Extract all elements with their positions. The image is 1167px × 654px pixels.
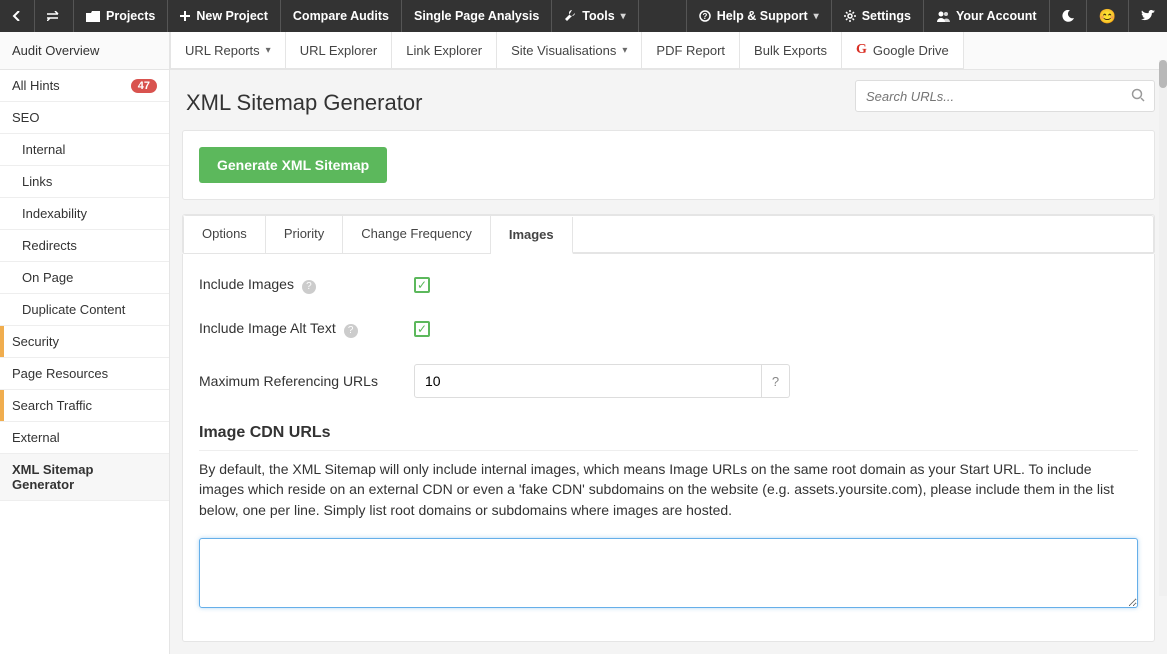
twitter-link[interactable] bbox=[1128, 0, 1167, 32]
sidebar-item-on-page[interactable]: On Page bbox=[0, 262, 169, 294]
top-navbar: Projects New Project Compare Audits Sing… bbox=[0, 0, 1167, 32]
tab-google-drive[interactable]: GGoogle Drive bbox=[841, 32, 964, 69]
help-icon: ? bbox=[699, 10, 711, 22]
smile-icon: 😊 bbox=[1099, 8, 1116, 25]
include-images-checkbox[interactable]: ✓ bbox=[414, 277, 430, 293]
tab-url-explorer[interactable]: URL Explorer bbox=[285, 32, 393, 69]
caret-down-icon: ▾ bbox=[814, 11, 819, 22]
svg-text:?: ? bbox=[702, 12, 707, 21]
generate-panel: Generate XML Sitemap bbox=[182, 130, 1155, 200]
new-project-label: New Project bbox=[196, 9, 268, 23]
cdn-heading: Image CDN URLs bbox=[199, 424, 1138, 451]
scrollbar-track[interactable] bbox=[1159, 60, 1167, 596]
emoji-button[interactable]: 😊 bbox=[1086, 0, 1128, 32]
include-images-label: Include Images ? bbox=[199, 276, 414, 294]
help-support-menu[interactable]: ? Help & Support ▾ bbox=[686, 0, 831, 32]
scrollbar-thumb[interactable] bbox=[1159, 60, 1167, 88]
tab-pdf-report[interactable]: PDF Report bbox=[641, 32, 740, 69]
secondary-navbar: Audit Overview URL Reports▾ URL Explorer… bbox=[0, 32, 1167, 70]
moon-icon bbox=[1062, 10, 1074, 22]
sidebar-item-external[interactable]: External bbox=[0, 422, 169, 454]
tools-label: Tools bbox=[582, 9, 614, 23]
sidebar-item-redirects[interactable]: Redirects bbox=[0, 230, 169, 262]
subtab-options[interactable]: Options bbox=[184, 216, 266, 253]
main-content: XML Sitemap Generator Generate XML Sitem… bbox=[170, 70, 1167, 654]
include-alt-row: Include Image Alt Text ? ✓ bbox=[199, 320, 1138, 338]
audit-overview-label[interactable]: Audit Overview bbox=[0, 32, 170, 69]
users-icon bbox=[936, 11, 950, 22]
help-icon[interactable]: ? bbox=[302, 280, 316, 294]
help-icon[interactable]: ? bbox=[344, 324, 358, 338]
twitter-icon bbox=[1141, 10, 1155, 22]
plus-icon bbox=[180, 11, 190, 21]
wrench-icon bbox=[564, 10, 576, 22]
generate-xml-sitemap-button[interactable]: Generate XML Sitemap bbox=[199, 147, 387, 183]
back-button[interactable] bbox=[0, 0, 35, 32]
sidebar-item-xml-sitemap-generator[interactable]: XML Sitemap Generator bbox=[0, 454, 169, 501]
max-ref-help-button[interactable]: ? bbox=[762, 364, 790, 398]
search-urls-box bbox=[855, 80, 1155, 112]
sitemap-settings: Options Priority Change Frequency Images bbox=[182, 214, 1155, 254]
caret-down-icon: ▾ bbox=[622, 45, 627, 56]
hints-count-badge: 47 bbox=[131, 79, 157, 93]
include-alt-checkbox[interactable]: ✓ bbox=[414, 321, 430, 337]
tab-bulk-exports[interactable]: Bulk Exports bbox=[739, 32, 842, 69]
single-page-analysis-link[interactable]: Single Page Analysis bbox=[402, 0, 552, 32]
cdn-urls-textarea[interactable] bbox=[199, 538, 1138, 608]
dark-mode-toggle[interactable] bbox=[1049, 0, 1086, 32]
tab-url-reports[interactable]: URL Reports▾ bbox=[170, 32, 286, 69]
search-input[interactable] bbox=[855, 80, 1155, 112]
folder-icon bbox=[86, 11, 100, 22]
subtabs: Options Priority Change Frequency Images bbox=[183, 215, 1154, 253]
sidebar: All Hints 47 SEO Internal Links Indexabi… bbox=[0, 70, 170, 654]
sidebar-item-internal[interactable]: Internal bbox=[0, 134, 169, 166]
subtab-priority[interactable]: Priority bbox=[266, 216, 343, 253]
max-ref-row: Maximum Referencing URLs ? bbox=[199, 364, 1138, 398]
projects-label: Projects bbox=[106, 9, 155, 23]
google-icon: G bbox=[856, 42, 867, 58]
search-icon[interactable] bbox=[1131, 88, 1145, 102]
swap-icon[interactable] bbox=[35, 0, 74, 32]
compare-audits-link[interactable]: Compare Audits bbox=[281, 0, 402, 32]
include-images-row: Include Images ? ✓ bbox=[199, 276, 1138, 294]
new-project-button[interactable]: New Project bbox=[168, 0, 281, 32]
settings-link[interactable]: Settings bbox=[831, 0, 923, 32]
cdn-description: By default, the XML Sitemap will only in… bbox=[199, 459, 1138, 520]
subtab-images[interactable]: Images bbox=[491, 217, 573, 254]
sidebar-item-search-traffic[interactable]: Search Traffic bbox=[0, 390, 169, 422]
sidebar-item-duplicate-content[interactable]: Duplicate Content bbox=[0, 294, 169, 326]
caret-down-icon: ▾ bbox=[621, 11, 626, 22]
images-tab-panel: Include Images ? ✓ Include Image Alt Tex… bbox=[182, 254, 1155, 642]
sidebar-item-seo[interactable]: SEO bbox=[0, 102, 169, 134]
gear-icon bbox=[844, 10, 856, 22]
tools-menu[interactable]: Tools ▾ bbox=[552, 0, 638, 32]
subtab-change-frequency[interactable]: Change Frequency bbox=[343, 216, 491, 253]
sidebar-item-indexability[interactable]: Indexability bbox=[0, 198, 169, 230]
sidebar-item-security[interactable]: Security bbox=[0, 326, 169, 358]
max-ref-input[interactable] bbox=[414, 364, 762, 398]
sidebar-item-links[interactable]: Links bbox=[0, 166, 169, 198]
caret-down-icon: ▾ bbox=[266, 45, 271, 56]
tab-site-visualisations[interactable]: Site Visualisations▾ bbox=[496, 32, 642, 69]
projects-menu[interactable]: Projects bbox=[74, 0, 168, 32]
include-alt-label: Include Image Alt Text ? bbox=[199, 320, 414, 338]
your-account-menu[interactable]: Your Account bbox=[923, 0, 1049, 32]
sidebar-item-page-resources[interactable]: Page Resources bbox=[0, 358, 169, 390]
max-ref-label: Maximum Referencing URLs bbox=[199, 373, 414, 389]
sidebar-item-all-hints[interactable]: All Hints 47 bbox=[0, 70, 169, 102]
main-layout: All Hints 47 SEO Internal Links Indexabi… bbox=[0, 70, 1167, 654]
tab-link-explorer[interactable]: Link Explorer bbox=[391, 32, 497, 69]
